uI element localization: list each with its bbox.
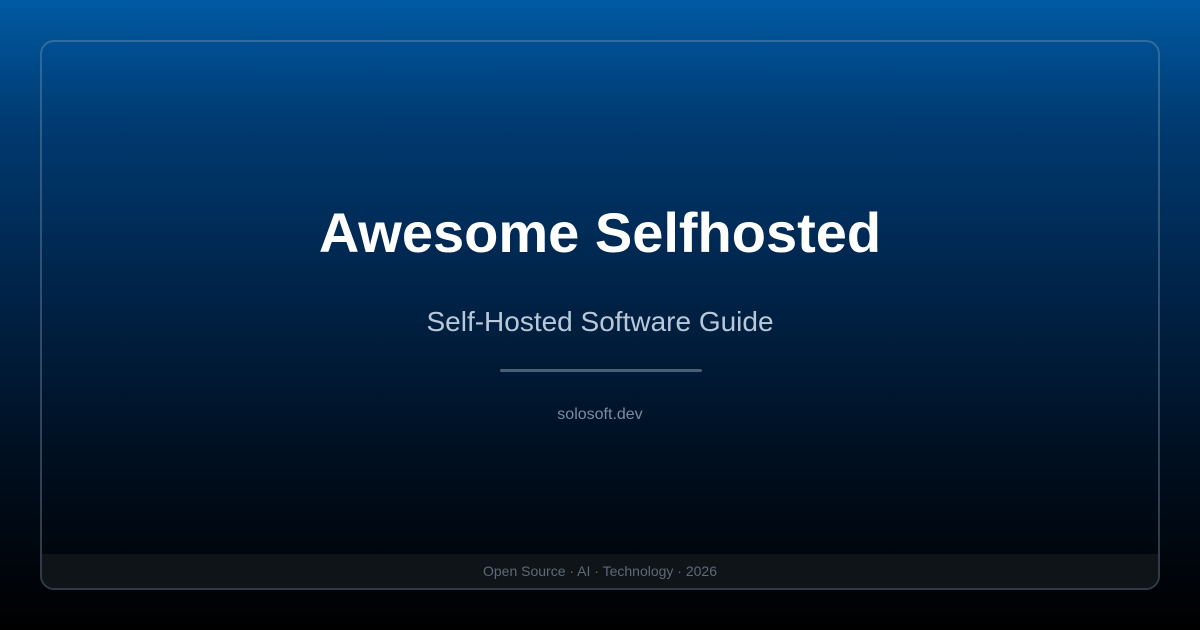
divider-line: [500, 369, 702, 372]
page-title: Awesome Selfhosted: [318, 201, 882, 264]
footer-bar: Open Source · AI · Technology · 2026: [42, 554, 1158, 588]
page-subtitle: Self-Hosted Software Guide: [426, 306, 774, 337]
footer-tags: Open Source · AI · Technology · 2026: [483, 563, 717, 579]
site-domain: solosoft.dev: [557, 406, 643, 423]
banner-card: Awesome Selfhosted Self-Hosted Software …: [40, 40, 1160, 590]
